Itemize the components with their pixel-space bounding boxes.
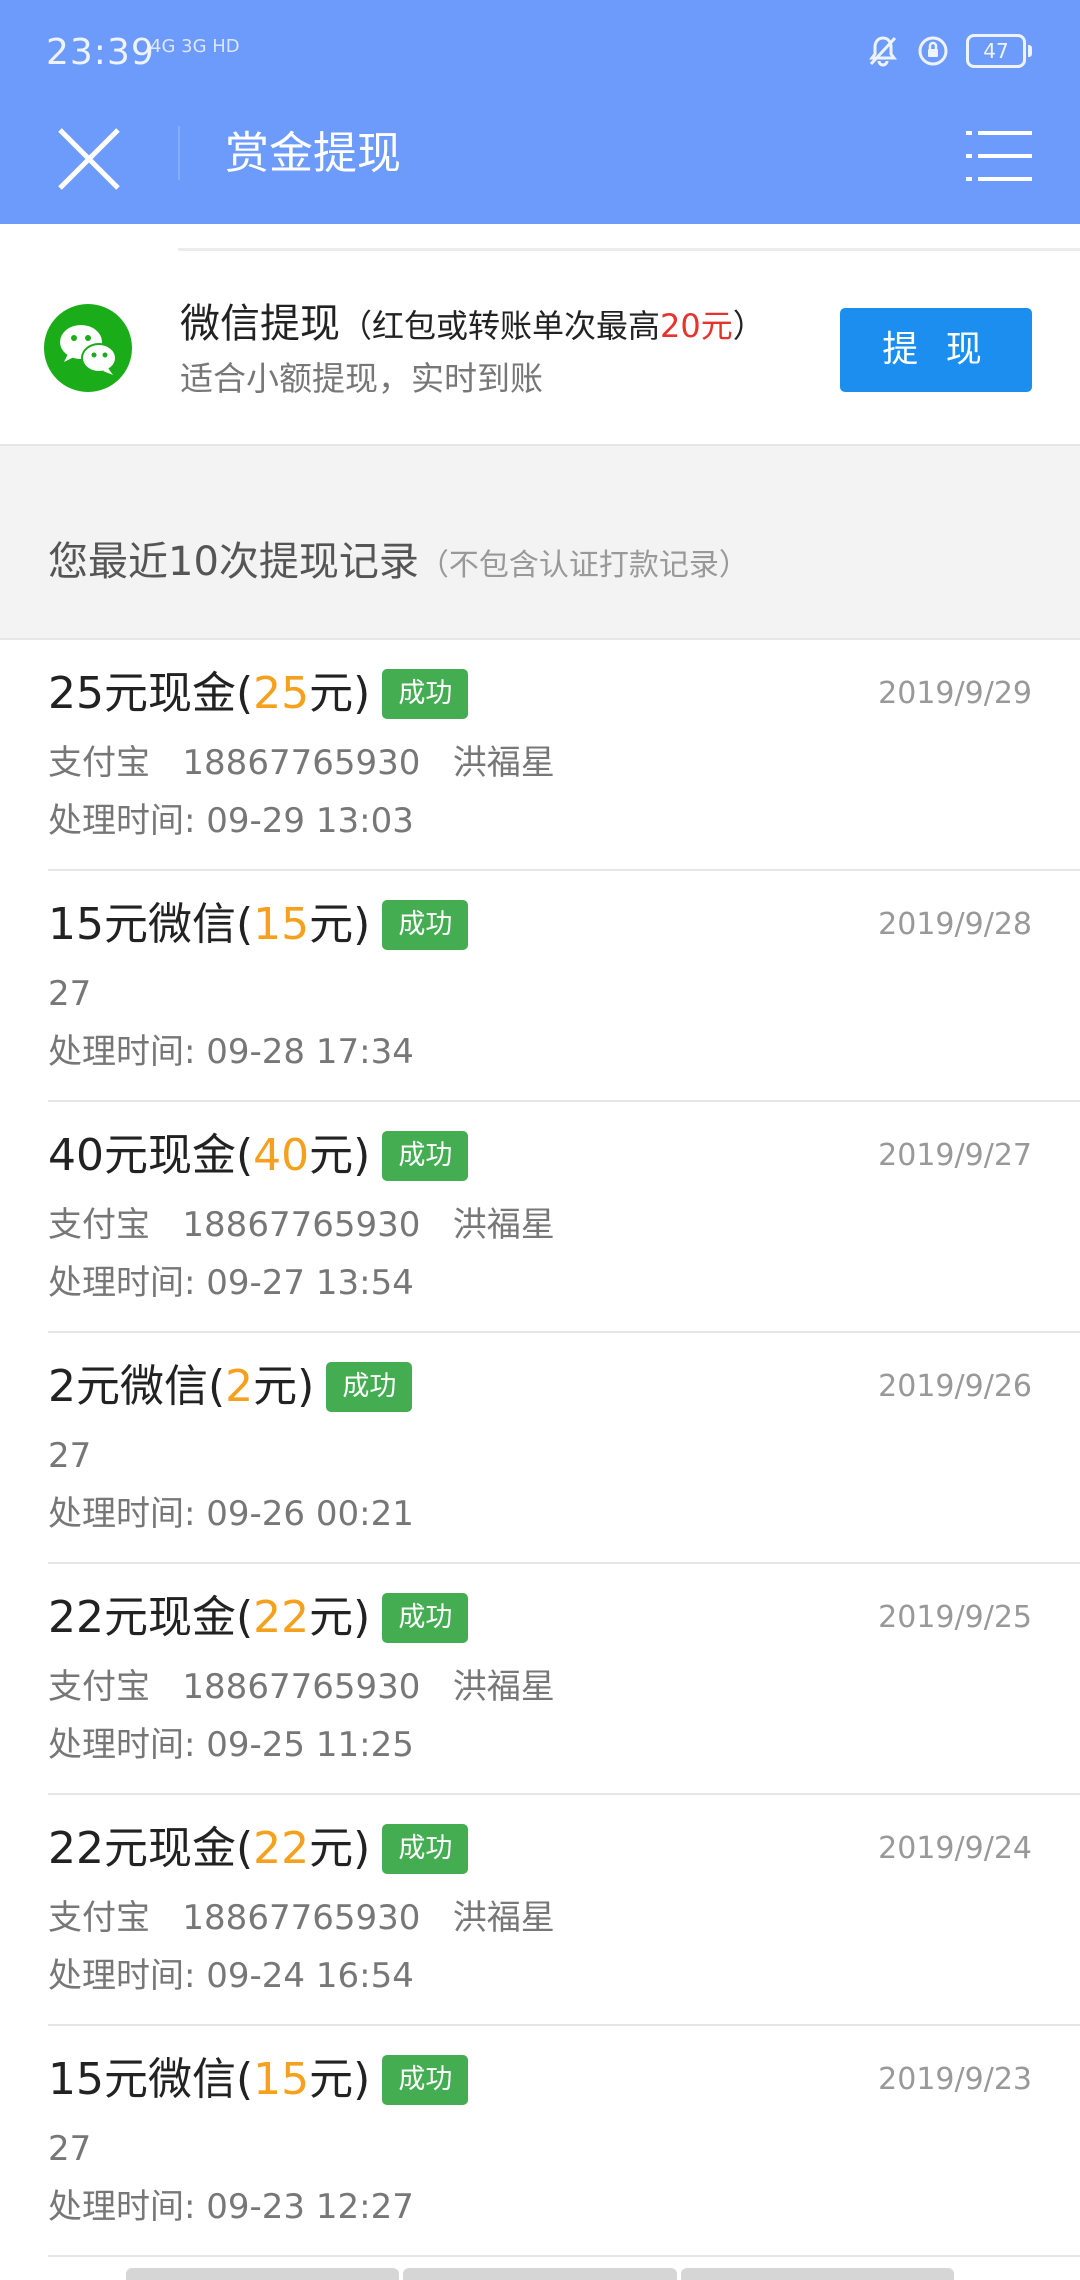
record-title: 22元现金(22 元) 成功	[48, 1819, 469, 1879]
record-account: 27	[48, 1436, 92, 1476]
wechat-withdraw-title: 微信提现（红包或转账单次最高20元）	[180, 298, 765, 352]
status-time: 23:39	[46, 32, 155, 73]
record-item[interactable]: 2元微信(2 元) 成功 2019/9/26 27 处理时间: 09-26 00:21	[48, 1333, 1080, 1564]
record-amount: 15	[253, 2054, 310, 2105]
battery-level: 47	[966, 34, 1026, 68]
record-process-time: 处理时间: 09-25 11:25	[48, 1725, 414, 1765]
record-account: 支付宝 18867765930 洪福星	[48, 1205, 555, 1245]
records-list: 25元现金(25 元) 成功 2019/9/29 支付宝 18867765930 洪福星…	[0, 640, 1080, 2257]
record-process-time: 处理时间: 09-28 17:34	[48, 1032, 414, 1072]
record-label: 15元微信	[48, 899, 236, 950]
status-icons: 47	[866, 34, 1032, 68]
record-title: 40元现金(40 元) 成功	[48, 1126, 469, 1186]
wechat-limit-note: （红包或转账单次最高20元）	[340, 307, 765, 345]
divider	[178, 248, 1080, 251]
record-process-time: 处理时间: 09-23 12:27	[48, 2187, 414, 2227]
record-label: 40元现金	[48, 1130, 236, 1181]
record-date: 2019/9/26	[878, 1369, 1032, 1404]
signal-indicator: 4G 3G HD	[150, 36, 240, 57]
record-amount: 22	[253, 1592, 310, 1643]
record-amount: 22	[253, 1823, 310, 1874]
record-label: 2元微信	[48, 1361, 208, 1412]
record-process-time: 处理时间: 09-24 16:54	[48, 1956, 414, 1996]
record-amount: 25	[253, 668, 310, 719]
record-process-time: 处理时间: 09-29 13:03	[48, 801, 414, 841]
record-process-time: 处理时间: 09-27 13:54	[48, 1263, 414, 1303]
status-badge: 成功	[382, 1824, 469, 1874]
record-date: 2019/9/24	[878, 1831, 1032, 1866]
record-title: 15元微信(15 元) 成功	[48, 2050, 469, 2110]
status-badge: 成功	[382, 1593, 469, 1643]
records-section-header: 您最近10次提现记录（不包含认证打款记录）	[0, 444, 1080, 640]
status-badge: 成功	[382, 1131, 469, 1181]
record-title: 22元现金(22 元) 成功	[48, 1588, 469, 1648]
close-icon	[58, 128, 120, 190]
record-account: 支付宝 18867765930 洪福星	[48, 1898, 555, 1938]
record-account: 27	[48, 974, 92, 1014]
status-bar: 23:39 4G 3G HD 47	[0, 0, 1080, 110]
record-item[interactable]: 25元现金(25 元) 成功 2019/9/29 支付宝 18867765930 洪福星…	[48, 640, 1080, 871]
withdraw-button[interactable]: 提 现	[840, 308, 1032, 392]
record-account: 27	[48, 2129, 92, 2169]
record-item[interactable]: 15元微信(15 元) 成功 2019/9/23 27 处理时间: 09-23 12:27	[48, 2026, 1080, 2257]
list-menu-icon	[966, 131, 1032, 181]
wechat-withdraw-subtitle: 适合小额提现，实时到账	[180, 359, 543, 398]
close-button[interactable]	[54, 120, 126, 200]
record-date: 2019/9/23	[878, 2062, 1032, 2097]
record-label: 22元现金	[48, 1592, 236, 1643]
record-date: 2019/9/25	[878, 1600, 1032, 1635]
nav-divider	[178, 126, 180, 180]
record-date: 2019/9/27	[878, 1138, 1032, 1173]
record-title: 25元现金(25 元) 成功	[48, 664, 469, 724]
record-label: 15元微信	[48, 2054, 236, 2105]
record-item[interactable]: 22元现金(22 元) 成功 2019/9/24 支付宝 18867765930 洪福星…	[48, 1795, 1080, 2026]
mute-bell-icon	[866, 34, 900, 68]
record-date: 2019/9/28	[878, 907, 1032, 942]
record-account: 支付宝 18867765930 洪福星	[48, 1667, 555, 1707]
record-date: 2019/9/29	[878, 676, 1032, 711]
record-label: 25元现金	[48, 668, 236, 719]
status-badge: 成功	[382, 2055, 469, 2105]
record-title: 2元微信(2 元) 成功	[48, 1357, 413, 1417]
status-badge: 成功	[326, 1362, 413, 1412]
bottom-tab-stub	[126, 2268, 954, 2280]
record-item[interactable]: 15元微信(15 元) 成功 2019/9/28 27 处理时间: 09-28 17:34	[48, 871, 1080, 1102]
battery-icon: 47	[966, 34, 1032, 68]
record-amount: 2	[225, 1361, 254, 1412]
records-note: （不包含认证打款记录）	[418, 548, 749, 583]
record-amount: 40	[253, 1130, 310, 1181]
wechat-icon	[44, 304, 132, 392]
menu-button[interactable]	[966, 128, 1032, 184]
records-title: 您最近10次提现记录（不包含认证打款记录）	[48, 539, 749, 585]
status-badge: 成功	[382, 669, 469, 719]
record-item[interactable]: 22元现金(22 元) 成功 2019/9/25 支付宝 18867765930 洪福星…	[48, 1564, 1080, 1795]
wechat-title-label: 微信提现	[180, 301, 340, 347]
wechat-withdraw-card: 微信提现（红包或转账单次最高20元） 适合小额提现，实时到账 提 现	[0, 224, 1080, 444]
record-account: 支付宝 18867765930 洪福星	[48, 743, 555, 783]
record-title: 15元微信(15 元) 成功	[48, 895, 469, 955]
record-item[interactable]: 40元现金(40 元) 成功 2019/9/27 支付宝 18867765930 洪福星…	[48, 1102, 1080, 1333]
record-label: 22元现金	[48, 1823, 236, 1874]
record-process-time: 处理时间: 09-26 00:21	[48, 1494, 414, 1534]
rotation-lock-icon	[916, 34, 950, 68]
header: 23:39 4G 3G HD 47 赏金提现	[0, 0, 1080, 224]
record-amount: 15	[253, 899, 310, 950]
page-title: 赏金提现	[225, 128, 401, 179]
navbar: 赏金提现	[0, 110, 1080, 224]
status-badge: 成功	[382, 900, 469, 950]
